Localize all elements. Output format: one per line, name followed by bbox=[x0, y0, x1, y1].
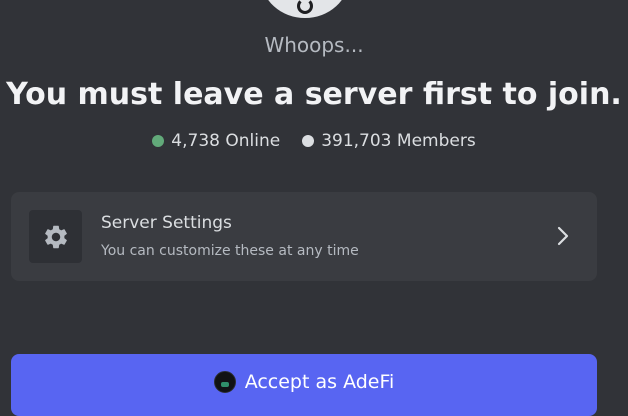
server-avatar-glyph bbox=[297, 0, 313, 14]
page-title: You must leave a server first to join. bbox=[6, 77, 622, 112]
settings-icon-container bbox=[29, 210, 82, 263]
settings-subtitle: You can customize these at any time bbox=[101, 243, 359, 259]
whoops-text: Whoops... bbox=[264, 33, 364, 57]
members-dot-icon bbox=[302, 135, 315, 147]
user-avatar bbox=[213, 371, 236, 393]
server-stats: 4,738 Online 391,703 Members bbox=[0, 131, 628, 151]
member-count-label: 391,703 Members bbox=[321, 131, 476, 151]
server-avatar bbox=[261, 0, 349, 18]
gear-icon bbox=[44, 225, 67, 248]
accept-button-label: Accept as AdeFi bbox=[244, 371, 395, 393]
member-count: 391,703 Members bbox=[302, 131, 476, 151]
online-count-label: 4,738 Online bbox=[171, 131, 281, 151]
online-count: 4,738 Online bbox=[152, 131, 280, 151]
chevron-right-icon bbox=[553, 224, 573, 248]
server-settings-card[interactable]: Server Settings You can customize these … bbox=[11, 192, 597, 281]
settings-title: Server Settings bbox=[101, 213, 232, 233]
accept-invite-button[interactable]: Accept as AdeFi bbox=[11, 354, 597, 416]
online-status-dot-icon bbox=[152, 135, 165, 147]
